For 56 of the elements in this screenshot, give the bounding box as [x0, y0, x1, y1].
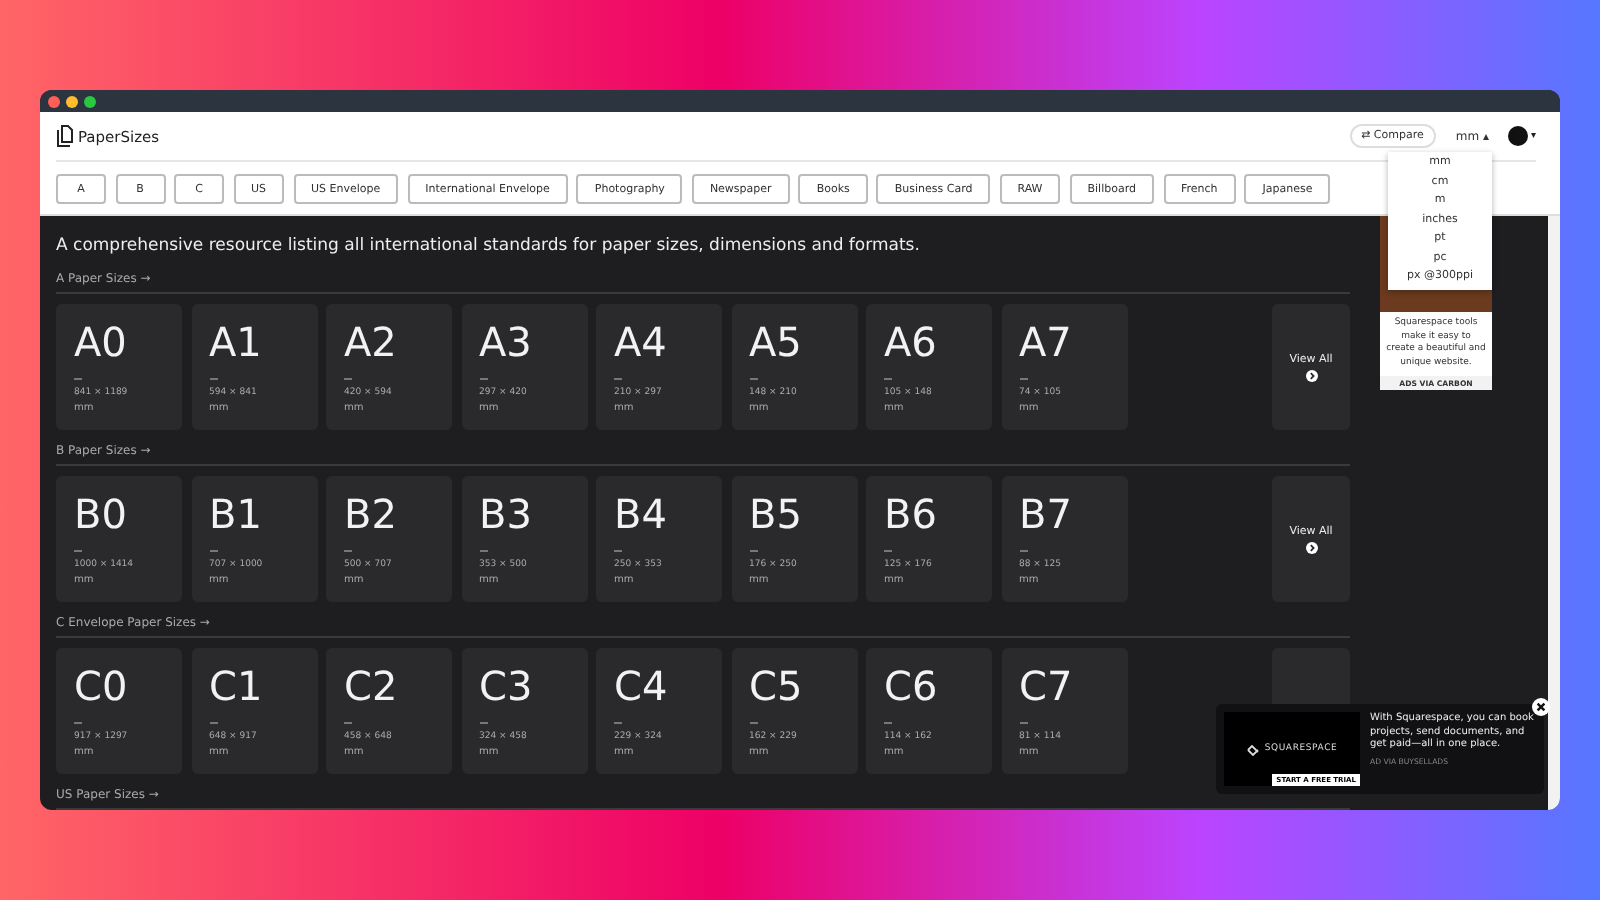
maximize-window-icon[interactable] [84, 95, 96, 107]
size-name: C5 [749, 664, 803, 708]
size-name: B7 [1019, 492, 1072, 536]
dash-mark [884, 550, 892, 552]
size-name: A7 [1019, 320, 1072, 364]
size-name: A3 [479, 320, 532, 364]
dash-mark [344, 722, 352, 724]
size-name: B5 [749, 492, 802, 536]
dash-mark [749, 550, 757, 552]
dash-mark [479, 722, 487, 724]
size-name: B1 [209, 492, 262, 536]
size-name: C1 [209, 664, 263, 708]
size-name: A4 [614, 320, 667, 364]
dash-mark [479, 550, 487, 552]
dash-mark [749, 378, 757, 380]
size-name: A0 [74, 320, 127, 364]
dash-mark [209, 550, 217, 552]
dash-mark [614, 550, 622, 552]
dash-mark [1019, 378, 1027, 380]
dash-mark [884, 722, 892, 724]
dash-mark [209, 722, 217, 724]
size-name: C6 [884, 664, 938, 708]
dash-mark [614, 722, 622, 724]
dash-mark [74, 722, 82, 724]
size-name: C4 [614, 664, 668, 708]
size-name: A2 [344, 320, 397, 364]
dash-mark [614, 378, 622, 380]
chevron-circle-icon [1305, 541, 1317, 553]
size-name: C0 [74, 664, 128, 708]
size-name: B4 [614, 492, 667, 536]
document-icon [56, 124, 74, 148]
size-name: B2 [344, 492, 397, 536]
chevron-circle-icon [1305, 369, 1317, 381]
size-name: B3 [479, 492, 532, 536]
minimize-window-icon[interactable] [66, 95, 78, 107]
dash-mark [479, 378, 487, 380]
size-name: A1 [209, 320, 262, 364]
size-name: A6 [884, 320, 937, 364]
dash-mark [749, 722, 757, 724]
dash-mark [1019, 722, 1027, 724]
size-name: C3 [479, 664, 533, 708]
size-name: B0 [74, 492, 127, 536]
size-name: A5 [749, 320, 802, 364]
dash-mark [1019, 550, 1027, 552]
dash-mark [74, 550, 82, 552]
close-icon[interactable] [1532, 698, 1550, 716]
dash-mark [209, 378, 217, 380]
dash-mark [344, 378, 352, 380]
dash-mark [344, 550, 352, 552]
close-window-icon[interactable] [48, 95, 60, 107]
size-name: B6 [884, 492, 937, 536]
dash-mark [74, 378, 82, 380]
size-name: C2 [344, 664, 398, 708]
size-name: C7 [1019, 664, 1073, 708]
dash-mark [884, 378, 892, 380]
page-description: A comprehensive resource listing all international standards for paper sizes, dimensions and formats. [56, 236, 922, 258]
